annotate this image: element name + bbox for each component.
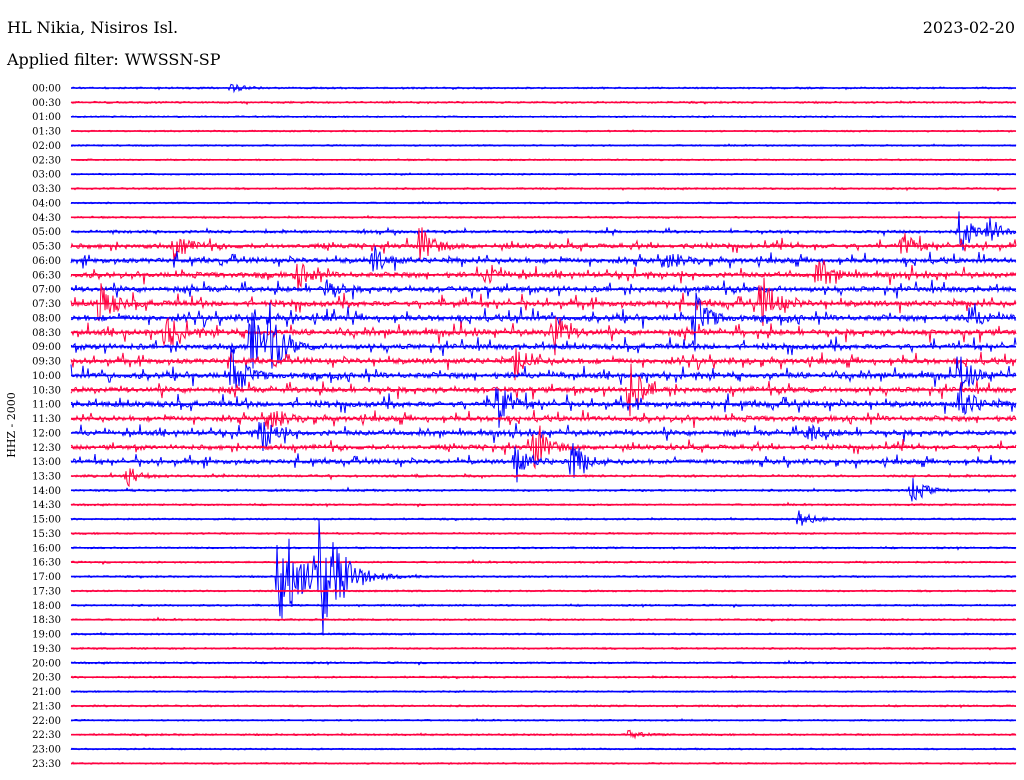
row-time-label: 10:00 <box>32 371 61 382</box>
trace-1130 <box>70 409 1017 430</box>
row-time-label: 22:00 <box>32 716 61 727</box>
row-time-label: 00:30 <box>32 98 61 109</box>
row-time-label: 03:00 <box>32 170 61 181</box>
row-time-label: 16:00 <box>32 543 61 554</box>
row-time-label: 13:00 <box>32 457 61 468</box>
row-time-label: 19:00 <box>32 630 61 641</box>
row-time-label: 01:30 <box>32 127 61 138</box>
trace-1500 <box>70 510 1017 526</box>
row-time-label: 01:00 <box>32 112 61 123</box>
row-time-label: 12:00 <box>32 428 61 439</box>
row-time-label: 07:30 <box>32 299 61 310</box>
row-time-label: 00:00 <box>32 84 61 95</box>
row-time-label: 18:00 <box>32 601 61 612</box>
row-time-label: 18:30 <box>32 615 61 626</box>
row-time-label: 06:00 <box>32 256 61 267</box>
row-time-label: 21:30 <box>32 701 61 712</box>
row-time-label: 15:30 <box>32 529 61 540</box>
y-axis-label: HHZ - 2000 <box>5 392 18 458</box>
row-time-label: 16:30 <box>32 558 61 569</box>
row-time-label: 19:30 <box>32 644 61 655</box>
row-time-label: 09:00 <box>32 342 61 353</box>
row-time-label: 08:00 <box>32 313 61 324</box>
row-time-label: 02:00 <box>32 141 61 152</box>
row-time-label: 13:30 <box>32 471 61 482</box>
row-time-label: 11:00 <box>32 400 61 411</box>
row-time-label: 04:30 <box>32 213 61 224</box>
trace-0830 <box>70 316 1017 356</box>
row-time-label: 23:30 <box>32 759 61 770</box>
row-time-label: 14:30 <box>32 500 61 511</box>
row-time-label: 20:30 <box>32 673 61 684</box>
row-time-label: 03:30 <box>32 184 61 195</box>
row-time-label: 17:00 <box>32 572 61 583</box>
row-time-label: 17:30 <box>32 586 61 597</box>
row-time-label: 09:30 <box>32 357 61 368</box>
row-time-label: 14:00 <box>32 486 61 497</box>
row-time-label: 21:00 <box>32 687 61 698</box>
row-time-label: 12:30 <box>32 443 61 454</box>
row-time-label: 08:30 <box>32 328 61 339</box>
trace-group <box>70 83 1017 766</box>
row-time-label: 10:30 <box>32 385 61 396</box>
row-time-label: 05:30 <box>32 242 61 253</box>
row-time-label: 06:30 <box>32 270 61 281</box>
row-label-group: 00:00 00:30 01:00 01:30 02:00 02:30 03:00 03:30… <box>32 84 61 770</box>
row-time-label: 15:00 <box>32 515 61 526</box>
row-time-label: 22:30 <box>32 730 61 741</box>
row-time-label: 05:00 <box>32 227 61 238</box>
row-time-label: 23:00 <box>32 745 61 756</box>
row-time-label: 20:00 <box>32 658 61 669</box>
seismogram-plot: HHZ - 2000 00:00 00:30 01:00 01:30 02:00 02:3… <box>5 83 1017 770</box>
trace-1000 <box>70 346 1017 391</box>
row-time-label: 11:30 <box>32 414 61 425</box>
row-time-label: 02:30 <box>32 155 61 166</box>
row-time-label: 07:00 <box>32 285 61 296</box>
row-time-label: 04:00 <box>32 198 61 209</box>
trace-0600 <box>70 246 1017 272</box>
trace-1330 <box>70 468 1017 488</box>
